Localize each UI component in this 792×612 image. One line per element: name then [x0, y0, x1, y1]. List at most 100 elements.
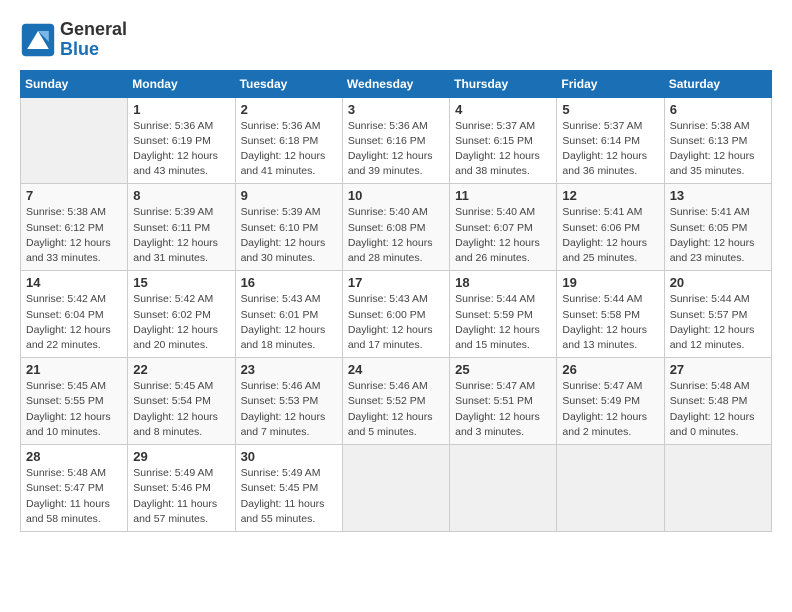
day-number: 16: [241, 275, 337, 290]
day-number: 6: [670, 102, 766, 117]
day-info: Sunrise: 5:48 AMSunset: 5:48 PMDaylight:…: [670, 379, 766, 440]
day-info: Sunrise: 5:44 AMSunset: 5:57 PMDaylight:…: [670, 292, 766, 353]
day-number: 11: [455, 188, 551, 203]
calendar-cell: 14 Sunrise: 5:42 AMSunset: 6:04 PMDayligh…: [21, 271, 128, 358]
calendar-cell: 28Sunrise: 5:48 AMSunset: 5:47 PMDayligh…: [21, 445, 128, 532]
day-number: 9: [241, 188, 337, 203]
day-info: Sunrise: 5:47 AMSunset: 5:51 PMDaylight:…: [455, 379, 551, 440]
calendar-cell: 13 Sunrise: 5:41 AMSunset: 6:05 PMDayligh…: [664, 184, 771, 271]
day-number: 7: [26, 188, 122, 203]
day-header-tuesday: Tuesday: [235, 70, 342, 97]
day-number: 17: [348, 275, 444, 290]
calendar-cell: [450, 445, 557, 532]
day-info: Sunrise: 5:43 AMSunset: 6:00 PMDaylight:…: [348, 292, 444, 353]
day-info: Sunrise: 5:41 AMSunset: 6:05 PMDaylight:…: [670, 205, 766, 266]
day-number: 29: [133, 449, 229, 464]
day-info: Sunrise: 5:49 AMSunset: 5:45 PMDaylight:…: [241, 466, 337, 527]
day-number: 14: [26, 275, 122, 290]
calendar-cell: [664, 445, 771, 532]
calendar-cell: 7Sunrise: 5:38 AMSunset: 6:12 PMDaylight…: [21, 184, 128, 271]
day-info: Sunrise: 5:43 AMSunset: 6:01 PMDaylight:…: [241, 292, 337, 353]
week-row-3: 14 Sunrise: 5:42 AMSunset: 6:04 PMDayligh…: [21, 271, 772, 358]
logo: General Blue: [20, 20, 127, 60]
week-row-4: 21Sunrise: 5:45 AMSunset: 5:55 PMDayligh…: [21, 358, 772, 445]
day-info: Sunrise: 5:39 AMSunset: 6:10 PMDaylight:…: [241, 205, 337, 266]
logo-text: General Blue: [60, 20, 127, 60]
calendar-cell: 10 Sunrise: 5:40 AMSunset: 6:08 PMDayligh…: [342, 184, 449, 271]
calendar-cell: [557, 445, 664, 532]
day-number: 13: [670, 188, 766, 203]
day-number: 12: [562, 188, 658, 203]
day-info: Sunrise: 5:41 AMSunset: 6:06 PMDaylight:…: [562, 205, 658, 266]
day-number: 23: [241, 362, 337, 377]
calendar-cell: 21Sunrise: 5:45 AMSunset: 5:55 PMDayligh…: [21, 358, 128, 445]
day-number: 18: [455, 275, 551, 290]
day-number: 22: [133, 362, 229, 377]
calendar-cell: 6 Sunrise: 5:38 AMSunset: 6:13 PMDaylight…: [664, 97, 771, 184]
day-info: Sunrise: 5:40 AMSunset: 6:08 PMDaylight:…: [348, 205, 444, 266]
calendar-cell: 24Sunrise: 5:46 AMSunset: 5:52 PMDayligh…: [342, 358, 449, 445]
week-row-2: 7Sunrise: 5:38 AMSunset: 6:12 PMDaylight…: [21, 184, 772, 271]
day-info: Sunrise: 5:39 AMSunset: 6:11 PMDaylight:…: [133, 205, 229, 266]
day-info: Sunrise: 5:45 AMSunset: 5:54 PMDaylight:…: [133, 379, 229, 440]
day-number: 2: [241, 102, 337, 117]
calendar-cell: 1Sunrise: 5:36 AMSunset: 6:19 PMDaylight…: [128, 97, 235, 184]
day-info: Sunrise: 5:42 AMSunset: 6:04 PMDaylight:…: [26, 292, 122, 353]
day-header-wednesday: Wednesday: [342, 70, 449, 97]
calendar-cell: 26 Sunrise: 5:47 AMSunset: 5:49 PMDayligh…: [557, 358, 664, 445]
calendar-cell: 8Sunrise: 5:39 AMSunset: 6:11 PMDaylight…: [128, 184, 235, 271]
day-info: Sunrise: 5:36 AMSunset: 6:16 PMDaylight:…: [348, 119, 444, 180]
day-info: Sunrise: 5:40 AMSunset: 6:07 PMDaylight:…: [455, 205, 551, 266]
day-number: 4: [455, 102, 551, 117]
calendar-cell: 19 Sunrise: 5:44 AMSunset: 5:58 PMDayligh…: [557, 271, 664, 358]
day-number: 1: [133, 102, 229, 117]
calendar-cell: 11 Sunrise: 5:40 AMSunset: 6:07 PMDayligh…: [450, 184, 557, 271]
day-number: 28: [26, 449, 122, 464]
day-info: Sunrise: 5:44 AMSunset: 5:59 PMDaylight:…: [455, 292, 551, 353]
calendar-cell: 25 Sunrise: 5:47 AMSunset: 5:51 PMDayligh…: [450, 358, 557, 445]
day-info: Sunrise: 5:49 AMSunset: 5:46 PMDaylight:…: [133, 466, 229, 527]
calendar-cell: [342, 445, 449, 532]
calendar-table: SundayMondayTuesdayWednesdayThursdayFrid…: [20, 70, 772, 532]
day-info: Sunrise: 5:37 AMSunset: 6:15 PMDaylight:…: [455, 119, 551, 180]
day-info: Sunrise: 5:38 AMSunset: 6:13 PMDaylight:…: [670, 119, 766, 180]
calendar-cell: 12 Sunrise: 5:41 AMSunset: 6:06 PMDayligh…: [557, 184, 664, 271]
day-info: Sunrise: 5:47 AMSunset: 5:49 PMDaylight:…: [562, 379, 658, 440]
calendar-cell: 9 Sunrise: 5:39 AMSunset: 6:10 PMDaylight…: [235, 184, 342, 271]
day-number: 19: [562, 275, 658, 290]
day-info: Sunrise: 5:42 AMSunset: 6:02 PMDaylight:…: [133, 292, 229, 353]
day-number: 27: [670, 362, 766, 377]
day-header-sunday: Sunday: [21, 70, 128, 97]
calendar-cell: 29 Sunrise: 5:49 AMSunset: 5:46 PMDayligh…: [128, 445, 235, 532]
calendar-cell: 15 Sunrise: 5:42 AMSunset: 6:02 PMDayligh…: [128, 271, 235, 358]
day-headers-row: SundayMondayTuesdayWednesdayThursdayFrid…: [21, 70, 772, 97]
day-number: 30: [241, 449, 337, 464]
day-header-friday: Friday: [557, 70, 664, 97]
day-number: 10: [348, 188, 444, 203]
calendar-cell: 17 Sunrise: 5:43 AMSunset: 6:00 PMDayligh…: [342, 271, 449, 358]
week-row-5: 28Sunrise: 5:48 AMSunset: 5:47 PMDayligh…: [21, 445, 772, 532]
day-info: Sunrise: 5:45 AMSunset: 5:55 PMDaylight:…: [26, 379, 122, 440]
day-header-thursday: Thursday: [450, 70, 557, 97]
day-info: Sunrise: 5:37 AMSunset: 6:14 PMDaylight:…: [562, 119, 658, 180]
calendar-cell: 5 Sunrise: 5:37 AMSunset: 6:14 PMDaylight…: [557, 97, 664, 184]
calendar-cell: [21, 97, 128, 184]
calendar-cell: 20 Sunrise: 5:44 AMSunset: 5:57 PMDayligh…: [664, 271, 771, 358]
day-number: 15: [133, 275, 229, 290]
day-header-saturday: Saturday: [664, 70, 771, 97]
day-info: Sunrise: 5:46 AMSunset: 5:53 PMDaylight:…: [241, 379, 337, 440]
day-number: 5: [562, 102, 658, 117]
day-number: 26: [562, 362, 658, 377]
calendar-cell: 30 Sunrise: 5:49 AMSunset: 5:45 PMDayligh…: [235, 445, 342, 532]
calendar-cell: 3 Sunrise: 5:36 AMSunset: 6:16 PMDaylight…: [342, 97, 449, 184]
page-header: General Blue: [20, 20, 772, 60]
calendar-cell: 2 Sunrise: 5:36 AMSunset: 6:18 PMDaylight…: [235, 97, 342, 184]
calendar-cell: 27 Sunrise: 5:48 AMSunset: 5:48 PMDayligh…: [664, 358, 771, 445]
day-number: 3: [348, 102, 444, 117]
day-info: Sunrise: 5:36 AMSunset: 6:18 PMDaylight:…: [241, 119, 337, 180]
day-number: 24: [348, 362, 444, 377]
day-info: Sunrise: 5:44 AMSunset: 5:58 PMDaylight:…: [562, 292, 658, 353]
day-number: 20: [670, 275, 766, 290]
day-number: 25: [455, 362, 551, 377]
calendar-cell: 16 Sunrise: 5:43 AMSunset: 6:01 PMDayligh…: [235, 271, 342, 358]
